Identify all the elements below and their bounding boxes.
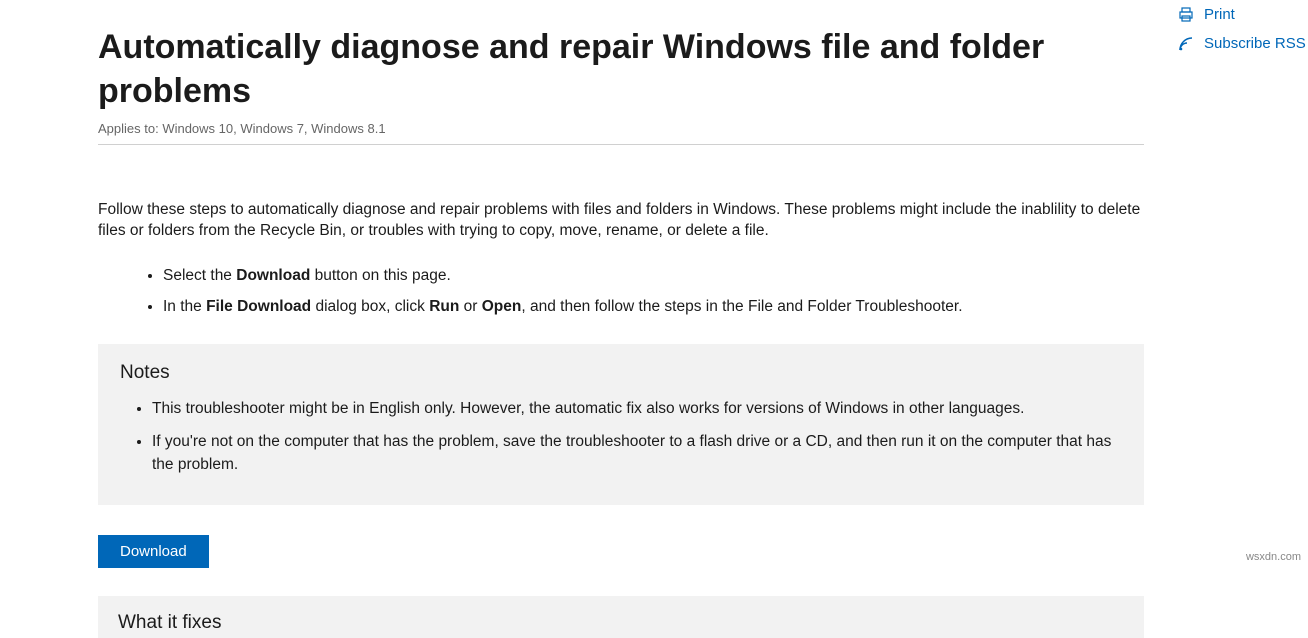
step-text: In the bbox=[163, 298, 206, 315]
rss-label: Subscribe RSS F bbox=[1204, 35, 1308, 52]
step-text: or bbox=[459, 298, 481, 315]
notes-box: Notes This troubleshooter might be in En… bbox=[98, 344, 1144, 505]
what-it-fixes-box: What it fixes bbox=[98, 596, 1144, 638]
step-text: button on this page. bbox=[310, 267, 450, 284]
step-text: dialog box, click bbox=[311, 298, 429, 315]
sidebar: Print Subscribe RSS F bbox=[1178, 6, 1308, 64]
download-button[interactable]: Download bbox=[98, 535, 209, 568]
step-text: Select the bbox=[163, 267, 236, 284]
print-link[interactable]: Print bbox=[1178, 6, 1308, 23]
step-bold: Download bbox=[236, 267, 310, 284]
step-2: In the File Download dialog box, click R… bbox=[163, 297, 1144, 318]
rss-icon bbox=[1178, 36, 1194, 52]
steps-list: Select the Download button on this page.… bbox=[163, 266, 1144, 318]
step-bold: Open bbox=[482, 298, 522, 315]
watermark: wsxdn.com bbox=[1243, 550, 1304, 564]
notes-heading: Notes bbox=[120, 362, 1122, 384]
print-label: Print bbox=[1204, 6, 1235, 23]
note-item: This troubleshooter might be in English … bbox=[152, 398, 1122, 421]
page-title: Automatically diagnose and repair Window… bbox=[98, 25, 1144, 113]
step-bold: File Download bbox=[206, 298, 311, 315]
main-content: Automatically diagnose and repair Window… bbox=[98, 25, 1144, 638]
step-bold: Run bbox=[429, 298, 459, 315]
print-icon bbox=[1178, 7, 1194, 23]
what-it-fixes-heading: What it fixes bbox=[118, 612, 1124, 634]
intro-text: Follow these steps to automatically diag… bbox=[98, 200, 1144, 242]
step-1: Select the Download button on this page. bbox=[163, 266, 1144, 287]
notes-list: This troubleshooter might be in English … bbox=[152, 398, 1122, 477]
rss-link[interactable]: Subscribe RSS F bbox=[1178, 35, 1308, 52]
applies-to: Applies to: Windows 10, Windows 7, Windo… bbox=[98, 121, 1144, 145]
note-item: If you're not on the computer that has t… bbox=[152, 431, 1122, 477]
step-text: , and then follow the steps in the File … bbox=[521, 298, 962, 315]
